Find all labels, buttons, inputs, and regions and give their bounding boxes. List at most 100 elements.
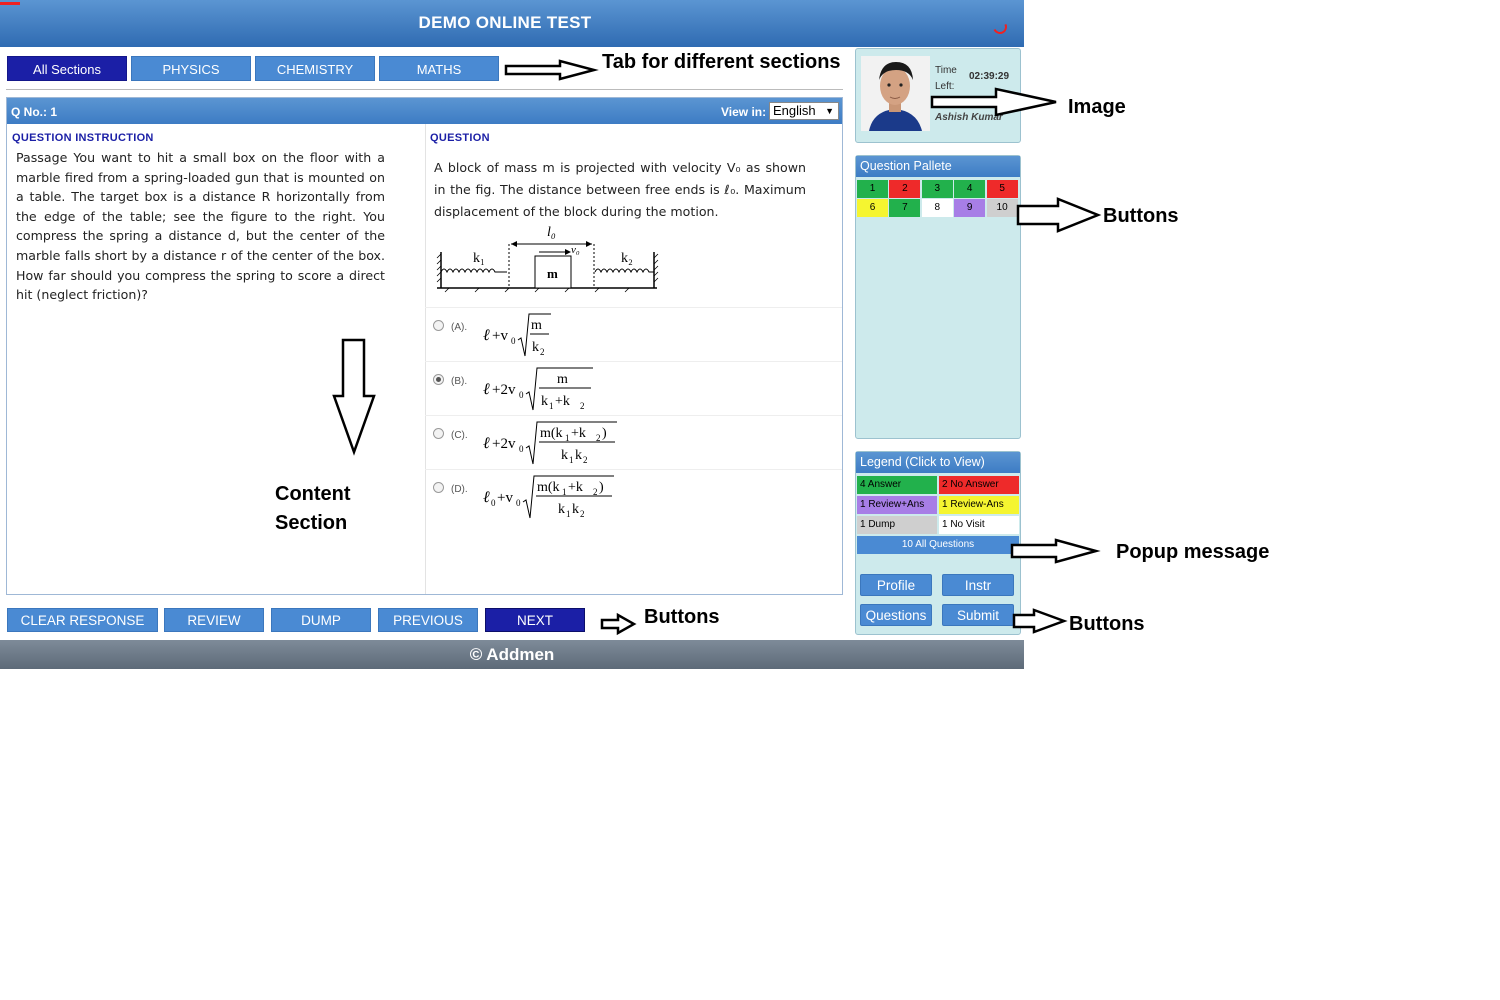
- pallete-question-button[interactable]: 6: [857, 199, 888, 217]
- option-a-radio[interactable]: [433, 320, 444, 331]
- pallete-title: Question Pallete: [856, 156, 1020, 177]
- legend-review-ans[interactable]: 1 Review+Ans: [857, 496, 937, 514]
- tab-physics[interactable]: PHYSICS: [131, 56, 251, 81]
- review-button[interactable]: REVIEW: [164, 608, 264, 632]
- pallete-question-button[interactable]: 4: [954, 180, 986, 198]
- candidate-name: Ashish Kumar: [935, 112, 1003, 123]
- pallete-question-button[interactable]: 7: [889, 199, 921, 217]
- previous-button[interactable]: PREVIOUS: [378, 608, 478, 632]
- arrow-right-icon: [1012, 608, 1068, 634]
- svg-text:ℓ: ℓ: [483, 435, 490, 452]
- svg-text:k: k: [532, 340, 539, 355]
- option-row-d[interactable]: (D). ℓ 0 +v 0 m(k 1 +k 2 ) k 1 k 2: [425, 469, 842, 523]
- header-accent-mark: [0, 2, 20, 5]
- option-a-formula: ℓ +v 0 m k 2: [483, 313, 551, 357]
- legend-answer[interactable]: 4 Answer: [857, 476, 937, 494]
- legend-dump[interactable]: 1 Dump: [857, 516, 937, 534]
- annotation-content-2: Section: [275, 512, 348, 534]
- pallete-question-button[interactable]: 8: [921, 199, 953, 217]
- option-c-radio[interactable]: [433, 428, 444, 439]
- instruction-text: Passage You want to hit a small box on t…: [16, 150, 385, 303]
- svg-text:0: 0: [511, 336, 516, 346]
- svg-text:ℓ: ℓ: [483, 489, 490, 506]
- svg-text:0: 0: [519, 390, 524, 400]
- svg-text:+v: +v: [492, 328, 508, 344]
- pallete-question-button[interactable]: 2: [889, 180, 921, 198]
- legend-panel: Legend (Click to View) 4 Answer 2 No Ans…: [855, 451, 1021, 635]
- footer: © Addmen: [0, 640, 1024, 669]
- option-row-a[interactable]: (A). ℓ +v 0 m k 2: [425, 307, 842, 361]
- svg-text:0: 0: [519, 444, 524, 454]
- arrow-right-icon: [504, 59, 599, 81]
- svg-text:): ): [599, 480, 604, 495]
- svg-text:k: k: [558, 502, 565, 517]
- legend-no-answer[interactable]: 2 No Answer: [939, 476, 1019, 494]
- svg-text:+k: +k: [555, 394, 570, 409]
- question-figure: l₀ k₁ k₂ v₀ m: [436, 225, 659, 293]
- annotation-tabs: Tab for different sections: [602, 51, 841, 73]
- tab-divider: [6, 89, 843, 90]
- option-b-formula: ℓ +2v 0 m k 1 +k 2: [483, 367, 593, 411]
- option-b-radio[interactable]: [433, 374, 444, 385]
- svg-text:k: k: [561, 448, 568, 463]
- next-button[interactable]: NEXT: [485, 608, 585, 632]
- option-row-c[interactable]: (C). ℓ +2v 0 m(k 1 +k 2 ) k 1 k 2: [425, 415, 842, 469]
- svg-text:0: 0: [516, 498, 521, 508]
- svg-text:k: k: [541, 394, 548, 409]
- svg-text:+2v: +2v: [492, 436, 516, 452]
- legend-title[interactable]: Legend (Click to View): [856, 452, 1020, 473]
- legend-all-questions[interactable]: 10 All Questions: [857, 536, 1019, 554]
- svg-text:+2v: +2v: [492, 382, 516, 398]
- time-label-line-1: Time: [935, 65, 957, 76]
- option-row-b[interactable]: (B). ℓ +2v 0 m k 1 +k 2: [425, 361, 842, 415]
- time-left-label: Time Left:: [935, 63, 957, 95]
- pallete-question-button[interactable]: 10: [986, 199, 1018, 217]
- svg-text:m(k: m(k: [537, 480, 560, 495]
- option-a-letter: (A).: [451, 322, 468, 333]
- avatar: [861, 56, 930, 131]
- annotation-popup: Popup message: [1116, 541, 1270, 563]
- time-left-value: 02:39:29: [969, 71, 1010, 82]
- question-number: Q No.: 1: [11, 105, 58, 119]
- submit-button[interactable]: Submit: [942, 604, 1014, 626]
- svg-text:+v: +v: [497, 490, 513, 506]
- question-bar: Q No.: 1 View in: English ▼: [7, 98, 842, 124]
- svg-text:k: k: [572, 502, 579, 517]
- pallete-question-button[interactable]: 3: [921, 180, 953, 198]
- view-in-label: View in:: [721, 105, 767, 119]
- option-d-formula: ℓ 0 +v 0 m(k 1 +k 2 ) k 1 k 2: [483, 475, 614, 519]
- questions-button[interactable]: Questions: [860, 604, 932, 626]
- tab-chemistry[interactable]: CHEMISTRY: [255, 56, 375, 81]
- pallete-question-button[interactable]: 1: [857, 180, 888, 198]
- svg-text:m(k: m(k: [540, 426, 563, 441]
- figure-label-k1: k₁: [473, 251, 485, 266]
- profile-button[interactable]: Profile: [860, 574, 932, 596]
- language-select[interactable]: English ▼: [769, 102, 839, 120]
- option-b-letter: (B).: [451, 376, 468, 387]
- clear-response-button[interactable]: CLEAR RESPONSE: [7, 608, 158, 632]
- pallete-question-button[interactable]: 5: [986, 180, 1018, 198]
- option-d-letter: (D).: [451, 484, 468, 495]
- legend-review-no-ans[interactable]: 1 Review-Ans: [939, 496, 1019, 514]
- tab-all-sections[interactable]: All Sections: [7, 56, 127, 81]
- tab-maths[interactable]: MATHS: [379, 56, 499, 81]
- legend-no-visit[interactable]: 1 No Visit: [939, 516, 1019, 534]
- figure-label-velocity: v₀: [571, 244, 580, 256]
- svg-text:+k: +k: [571, 426, 586, 441]
- pallete-question-button[interactable]: 9: [954, 199, 986, 217]
- svg-text:2: 2: [580, 401, 585, 411]
- arrow-right-icon: [1010, 538, 1101, 564]
- instructions-button[interactable]: Instr: [942, 574, 1014, 596]
- svg-text:ℓ: ℓ: [483, 381, 490, 398]
- dump-button[interactable]: DUMP: [271, 608, 371, 632]
- question-text: A block of mass m is projected with velo…: [434, 160, 806, 219]
- instruction-heading: QUESTION INSTRUCTION: [12, 132, 154, 144]
- option-d-radio[interactable]: [433, 482, 444, 493]
- option-c-formula: ℓ +2v 0 m(k 1 +k 2 ) k 1 k 2: [483, 421, 617, 465]
- annotation-bottom-buttons: Buttons: [644, 606, 720, 628]
- svg-text:m: m: [557, 372, 568, 387]
- figure-label-k2: k₂: [621, 251, 633, 266]
- figure-label-mass: m: [547, 266, 558, 281]
- language-value: English: [773, 103, 816, 118]
- question-panel: Q No.: 1 View in: English ▼ QUESTION INS…: [6, 97, 843, 595]
